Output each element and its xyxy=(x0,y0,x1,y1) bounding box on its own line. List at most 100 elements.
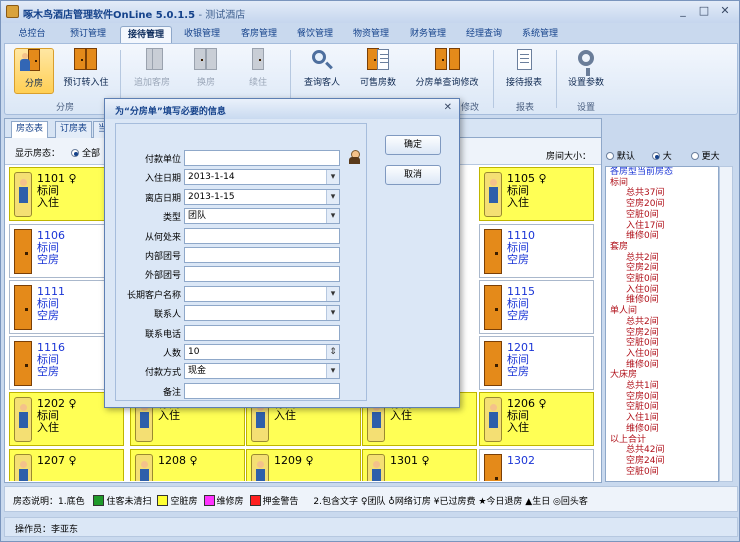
filter-option-all[interactable]: 全部 xyxy=(71,146,100,159)
search-guest-button[interactable]: 查询客人 xyxy=(297,48,347,94)
text-field[interactable] xyxy=(184,382,340,399)
combo-field[interactable]: 2013-1-15 xyxy=(184,188,340,205)
tab-finance[interactable]: 财务管理 xyxy=(403,26,453,43)
extend-stay-button[interactable]: 续住 xyxy=(235,48,281,94)
size-option-default[interactable]: 默认 xyxy=(605,152,635,162)
legend-row: 房态说明：1.底色 住客未清扫 空脏房 维修房 押金警告 2.包含文字 ♀团队 ♁网络… xyxy=(13,494,588,507)
room-tile[interactable]: 1209 ♀ xyxy=(246,449,361,481)
available-rooms-button[interactable]: 可售房数 xyxy=(353,48,403,94)
text-field[interactable] xyxy=(184,266,340,283)
summary-count: 入住17间 xyxy=(626,220,665,231)
room-text: 1209 ♀ xyxy=(274,454,314,467)
summary-count: 入住0间 xyxy=(626,348,659,359)
number-stepper[interactable]: 10 xyxy=(184,344,340,360)
field-label: 类型 xyxy=(162,213,181,224)
tab-booking-table[interactable]: 订房表 xyxy=(55,121,93,138)
main-menu-tabs: 总控台 预订管理 接待管理 收银管理 客房管理 餐饮管理 物资管理 财务管理 经… xyxy=(1,23,739,43)
add-room-button[interactable]: 追加客房 xyxy=(127,48,177,94)
guest-icon xyxy=(367,454,385,481)
minimize-button[interactable]: _ xyxy=(674,4,692,18)
summary-scrollbar[interactable] xyxy=(719,166,733,482)
text-field[interactable] xyxy=(184,324,340,341)
room-tile[interactable]: 1206 ♀ 标间 入住 xyxy=(479,392,594,446)
reservation-to-checkin-button[interactable]: 预订转入住 xyxy=(60,48,112,94)
room-tile[interactable]: 1208 ♀ xyxy=(130,449,245,481)
summary-count: 空脏0间 xyxy=(626,274,659,285)
summary-heading: 各房型当前房态 xyxy=(610,167,674,177)
settings-button[interactable]: 设置参数 xyxy=(561,48,611,94)
assign-room-button[interactable]: 分房 xyxy=(14,48,54,94)
text-field[interactable] xyxy=(184,227,340,244)
add-room-label: 追加客房 xyxy=(133,78,170,88)
combo-field[interactable]: 现金 xyxy=(184,363,340,380)
dialog-title: 为“分房单”填写必要的信息 xyxy=(115,107,226,117)
room-text: 1208 ♀ xyxy=(158,454,198,467)
form-row: 离店日期 2013-1-15 xyxy=(116,188,368,205)
form-row: 联系人 xyxy=(116,305,368,322)
door-person-icon xyxy=(20,49,48,73)
change-room-button[interactable]: 换房 xyxy=(183,48,229,94)
room-text: 1110 标间 空房 xyxy=(507,229,535,266)
group-label-edit: 修改 xyxy=(460,103,479,113)
room-tile[interactable]: 1302 xyxy=(479,449,594,481)
available-rooms-icon xyxy=(364,48,392,72)
combo-field[interactable]: 团队 xyxy=(184,208,340,225)
cancel-button[interactable]: 取消 xyxy=(385,165,441,185)
room-tile[interactable]: 1207 ♀ xyxy=(9,449,124,481)
form-row: 人数 10 xyxy=(116,344,368,360)
search-guest-label: 查询客人 xyxy=(303,78,340,88)
legend-swatch xyxy=(93,495,105,506)
room-tile[interactable]: 1301 ♀ xyxy=(362,449,477,481)
settings-label: 设置参数 xyxy=(567,78,604,88)
field-label: 付款方式 xyxy=(144,368,181,379)
maximize-button[interactable]: □ xyxy=(695,4,713,18)
tab-reception[interactable]: 接待管理 xyxy=(120,26,172,43)
summary-count: 入住0间 xyxy=(626,284,659,295)
reception-report-label: 接待报表 xyxy=(505,78,542,88)
combo-field[interactable]: 2013-1-14 xyxy=(184,169,340,186)
room-list-edit-icon xyxy=(433,48,461,72)
room-tile[interactable]: 1105 ♀ 标间 入住 xyxy=(479,167,594,221)
reception-report-button[interactable]: 接待报表 xyxy=(499,48,549,94)
assign-room-label: 分房 xyxy=(24,79,43,89)
ok-button[interactable]: 确定 xyxy=(385,135,441,155)
legend-label: 押金警告 xyxy=(262,497,299,507)
tab-dining[interactable]: 餐饮管理 xyxy=(290,26,340,43)
field-label: 离店日期 xyxy=(144,193,181,204)
size-option-label: 更大 xyxy=(701,152,720,162)
close-window-button[interactable]: ✕ xyxy=(716,4,734,18)
room-list-edit-button[interactable]: 分房单查询修改 xyxy=(409,48,485,94)
room-text: 1111 标间 空房 xyxy=(37,285,65,322)
form-row: 外部团号 xyxy=(116,266,368,283)
tab-control-panel[interactable]: 总控台 xyxy=(9,26,55,43)
size-option-large[interactable]: 大 xyxy=(651,152,672,162)
extend-stay-label: 续住 xyxy=(248,78,267,88)
room-list-dialog: 为“分房单”填写必要的信息 ✕ 付款单位入住日期2013-1-14离店日期201… xyxy=(104,98,460,408)
tab-housekeeping[interactable]: 客房管理 xyxy=(234,26,284,43)
room-tile[interactable]: 1110 标间 空房 xyxy=(479,224,594,278)
text-field[interactable] xyxy=(184,247,340,263)
room-tile[interactable]: 1115 标间 空房 xyxy=(479,280,594,334)
legend-swatch xyxy=(249,495,261,506)
app-logo-icon xyxy=(6,5,19,18)
room-tile[interactable]: 1201 标间 空房 xyxy=(479,336,594,390)
form-row: 联系电话 xyxy=(116,324,368,341)
tab-reservation[interactable]: 预订管理 xyxy=(63,26,113,43)
ribbon-separator xyxy=(493,50,494,108)
room-text: 1101 ♀ 标间 入住 xyxy=(37,172,77,209)
text-field[interactable] xyxy=(184,150,340,166)
size-option-larger[interactable]: 更大 xyxy=(690,152,720,162)
summary-count: 入住1间 xyxy=(626,413,659,424)
summary-count: 维修0间 xyxy=(626,231,659,242)
tab-room-status[interactable]: 房态表 xyxy=(11,121,49,139)
room-text: 1206 ♀ 标间 入住 xyxy=(507,397,547,434)
tab-cashier[interactable]: 收银管理 xyxy=(177,26,227,43)
combo-field[interactable] xyxy=(184,305,340,322)
dialog-close-button[interactable]: ✕ xyxy=(444,102,452,113)
tab-manager-query[interactable]: 经理查询 xyxy=(459,26,509,43)
tab-materials[interactable]: 物资管理 xyxy=(346,26,396,43)
summary-count: 维修0间 xyxy=(626,423,659,434)
guest-lookup-icon[interactable] xyxy=(348,150,361,164)
combo-field[interactable] xyxy=(184,285,340,302)
tab-system[interactable]: 系统管理 xyxy=(515,26,565,43)
